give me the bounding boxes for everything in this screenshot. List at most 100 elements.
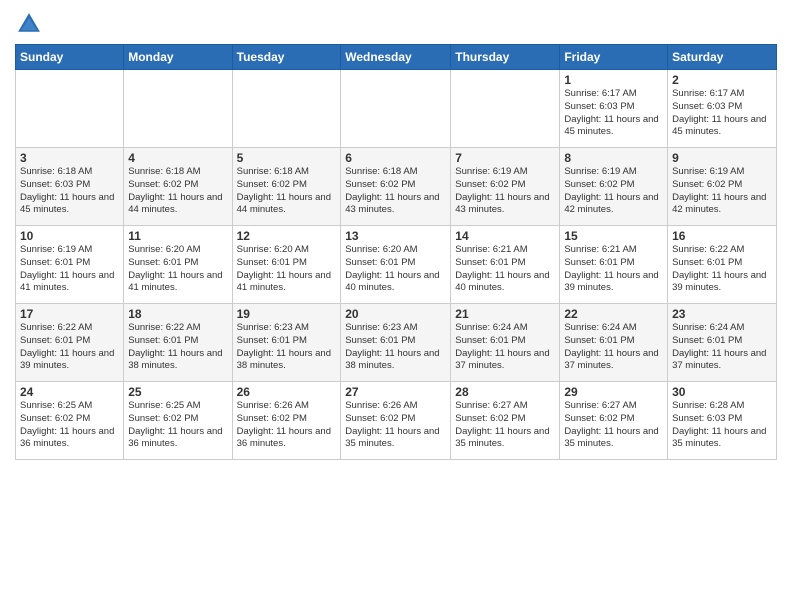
day-info: Sunset: 6:01 PM [564,335,663,348]
calendar-cell: 6Sunrise: 6:18 AMSunset: 6:02 PMDaylight… [341,148,451,226]
day-info: Sunrise: 6:26 AM [237,400,337,413]
day-info: Daylight: 11 hours and 45 minutes. [20,192,119,218]
day-info: Sunrise: 6:26 AM [345,400,446,413]
day-info: Sunrise: 6:19 AM [564,166,663,179]
day-info: Sunrise: 6:20 AM [237,244,337,257]
day-info: Sunset: 6:02 PM [455,413,555,426]
day-info: Sunset: 6:01 PM [564,257,663,270]
day-info: Sunset: 6:01 PM [128,335,227,348]
day-info: Daylight: 11 hours and 40 minutes. [455,270,555,296]
calendar-cell: 29Sunrise: 6:27 AMSunset: 6:02 PMDayligh… [560,382,668,460]
day-info: Daylight: 11 hours and 35 minutes. [345,426,446,452]
day-info: Sunrise: 6:18 AM [128,166,227,179]
day-info: Sunrise: 6:20 AM [345,244,446,257]
day-info: Sunrise: 6:23 AM [345,322,446,335]
calendar-cell: 7Sunrise: 6:19 AMSunset: 6:02 PMDaylight… [451,148,560,226]
day-info: Sunset: 6:01 PM [672,257,772,270]
day-info: Sunset: 6:01 PM [455,257,555,270]
day-info: Daylight: 11 hours and 38 minutes. [128,348,227,374]
day-info: Daylight: 11 hours and 36 minutes. [20,426,119,452]
day-info: Sunrise: 6:17 AM [672,88,772,101]
day-info: Sunrise: 6:17 AM [564,88,663,101]
day-info: Daylight: 11 hours and 41 minutes. [237,270,337,296]
calendar-weekday-tuesday: Tuesday [232,45,341,70]
day-info: Daylight: 11 hours and 37 minutes. [672,348,772,374]
day-number: 2 [672,73,772,87]
day-info: Sunset: 6:02 PM [345,179,446,192]
day-info: Daylight: 11 hours and 45 minutes. [672,114,772,140]
calendar-cell: 15Sunrise: 6:21 AMSunset: 6:01 PMDayligh… [560,226,668,304]
day-info: Sunset: 6:02 PM [237,179,337,192]
day-info: Sunrise: 6:19 AM [20,244,119,257]
day-info: Sunset: 6:01 PM [20,257,119,270]
day-number: 8 [564,151,663,165]
calendar-cell [451,70,560,148]
day-info: Daylight: 11 hours and 40 minutes. [345,270,446,296]
calendar-weekday-monday: Monday [124,45,232,70]
calendar-cell: 23Sunrise: 6:24 AMSunset: 6:01 PMDayligh… [668,304,777,382]
day-info: Daylight: 11 hours and 38 minutes. [345,348,446,374]
calendar-cell: 8Sunrise: 6:19 AMSunset: 6:02 PMDaylight… [560,148,668,226]
day-info: Sunset: 6:01 PM [455,335,555,348]
day-info: Sunrise: 6:21 AM [564,244,663,257]
day-info: Daylight: 11 hours and 43 minutes. [345,192,446,218]
day-number: 27 [345,385,446,399]
calendar-cell: 12Sunrise: 6:20 AMSunset: 6:01 PMDayligh… [232,226,341,304]
day-number: 30 [672,385,772,399]
day-info: Sunrise: 6:24 AM [672,322,772,335]
day-number: 3 [20,151,119,165]
day-info: Sunset: 6:02 PM [20,413,119,426]
calendar-cell: 5Sunrise: 6:18 AMSunset: 6:02 PMDaylight… [232,148,341,226]
calendar-cell: 3Sunrise: 6:18 AMSunset: 6:03 PMDaylight… [16,148,124,226]
calendar-cell: 14Sunrise: 6:21 AMSunset: 6:01 PMDayligh… [451,226,560,304]
calendar-cell: 27Sunrise: 6:26 AMSunset: 6:02 PMDayligh… [341,382,451,460]
calendar-week-row: 1Sunrise: 6:17 AMSunset: 6:03 PMDaylight… [16,70,777,148]
day-number: 18 [128,307,227,321]
day-info: Sunrise: 6:27 AM [564,400,663,413]
day-info: Daylight: 11 hours and 44 minutes. [128,192,227,218]
calendar-weekday-wednesday: Wednesday [341,45,451,70]
day-number: 13 [345,229,446,243]
day-info: Sunset: 6:01 PM [345,257,446,270]
day-info: Sunrise: 6:19 AM [672,166,772,179]
day-info: Daylight: 11 hours and 39 minutes. [672,270,772,296]
day-info: Sunset: 6:02 PM [128,179,227,192]
calendar-weekday-sunday: Sunday [16,45,124,70]
logo [15,10,47,38]
calendar-week-row: 17Sunrise: 6:22 AMSunset: 6:01 PMDayligh… [16,304,777,382]
day-info: Daylight: 11 hours and 42 minutes. [672,192,772,218]
day-number: 14 [455,229,555,243]
day-info: Daylight: 11 hours and 41 minutes. [20,270,119,296]
day-info: Daylight: 11 hours and 37 minutes. [455,348,555,374]
day-number: 16 [672,229,772,243]
day-number: 28 [455,385,555,399]
day-info: Sunrise: 6:23 AM [237,322,337,335]
day-info: Sunset: 6:01 PM [237,335,337,348]
day-info: Sunrise: 6:25 AM [128,400,227,413]
day-info: Sunset: 6:03 PM [564,101,663,114]
day-info: Sunrise: 6:19 AM [455,166,555,179]
day-info: Sunset: 6:03 PM [672,413,772,426]
day-info: Daylight: 11 hours and 35 minutes. [564,426,663,452]
day-info: Sunset: 6:01 PM [20,335,119,348]
day-number: 19 [237,307,337,321]
calendar-table: SundayMondayTuesdayWednesdayThursdayFrid… [15,44,777,460]
day-info: Daylight: 11 hours and 36 minutes. [128,426,227,452]
calendar-cell: 10Sunrise: 6:19 AMSunset: 6:01 PMDayligh… [16,226,124,304]
day-number: 12 [237,229,337,243]
day-info: Sunrise: 6:18 AM [345,166,446,179]
calendar-cell: 26Sunrise: 6:26 AMSunset: 6:02 PMDayligh… [232,382,341,460]
day-info: Sunset: 6:02 PM [564,179,663,192]
day-number: 17 [20,307,119,321]
calendar-cell: 19Sunrise: 6:23 AMSunset: 6:01 PMDayligh… [232,304,341,382]
day-info: Sunrise: 6:22 AM [672,244,772,257]
day-number: 1 [564,73,663,87]
calendar-cell: 30Sunrise: 6:28 AMSunset: 6:03 PMDayligh… [668,382,777,460]
calendar-cell: 1Sunrise: 6:17 AMSunset: 6:03 PMDaylight… [560,70,668,148]
calendar-cell: 2Sunrise: 6:17 AMSunset: 6:03 PMDaylight… [668,70,777,148]
day-info: Sunset: 6:02 PM [345,413,446,426]
calendar-weekday-thursday: Thursday [451,45,560,70]
day-info: Sunset: 6:02 PM [672,179,772,192]
logo-icon [15,10,43,38]
calendar-cell: 24Sunrise: 6:25 AMSunset: 6:02 PMDayligh… [16,382,124,460]
